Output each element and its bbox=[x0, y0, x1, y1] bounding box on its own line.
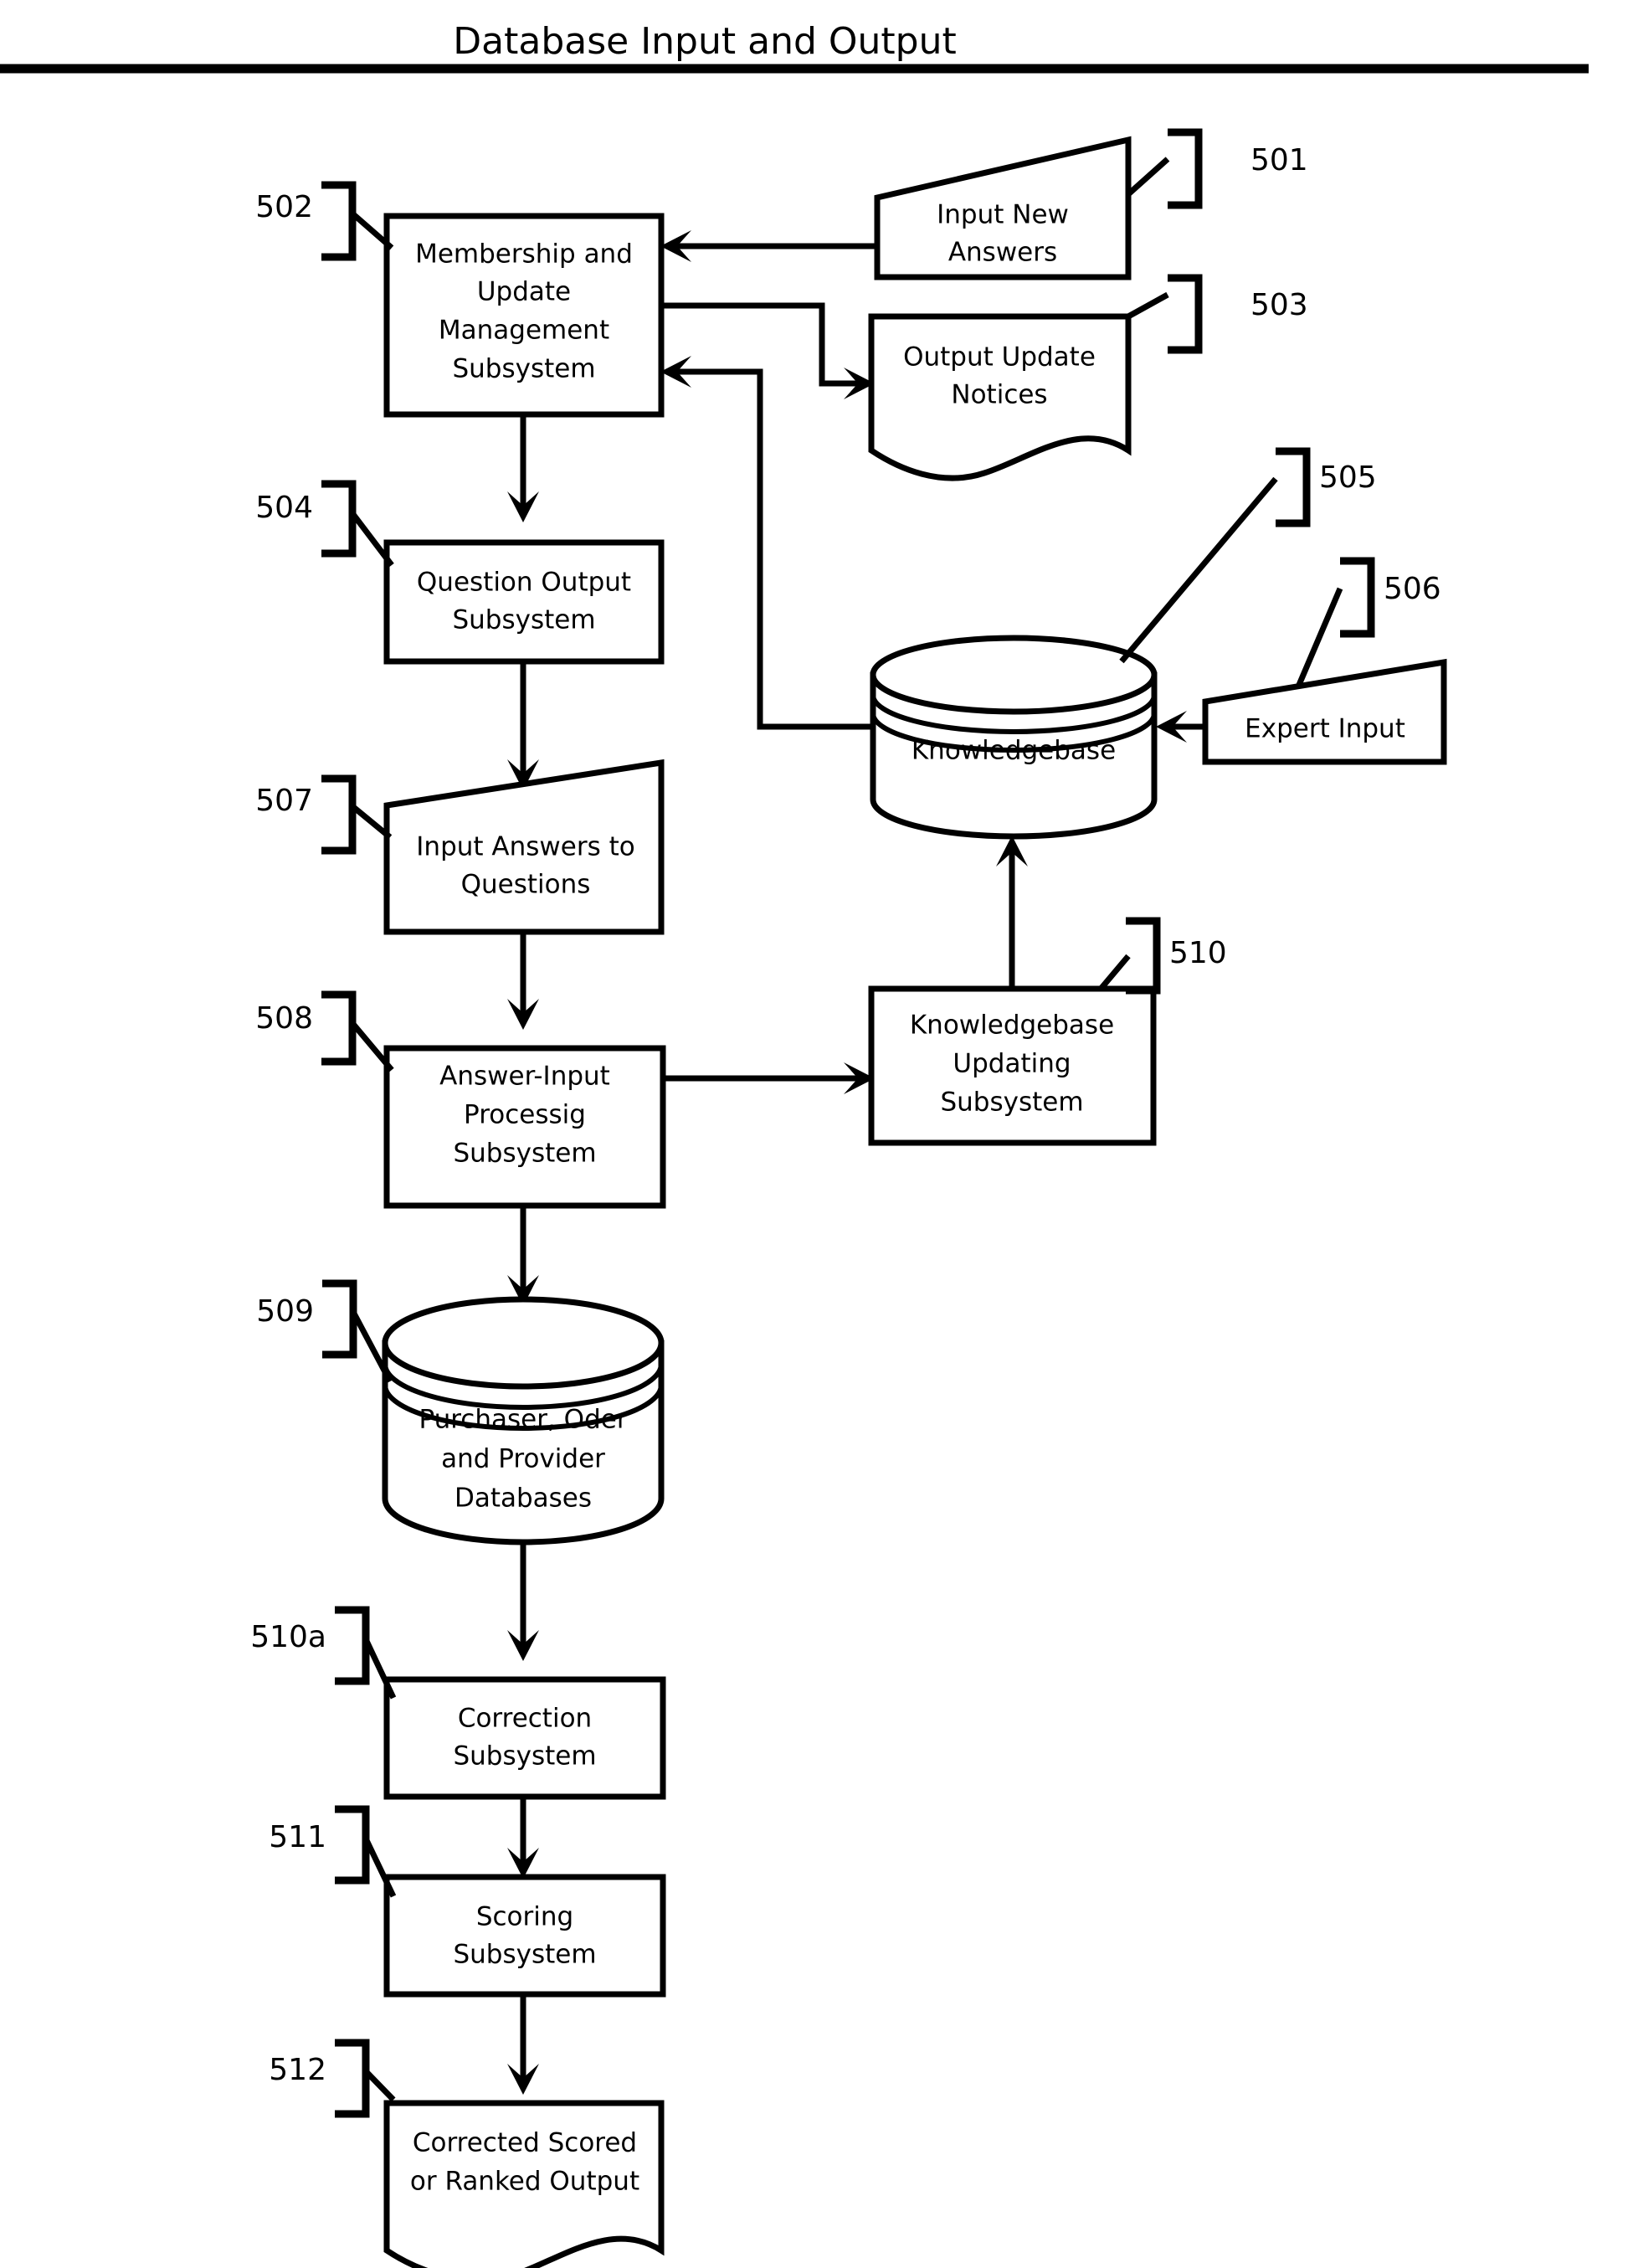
output-update-notices-label-line-1: Output Update bbox=[903, 342, 1096, 373]
ref-number-511: 511 bbox=[269, 1820, 326, 1854]
membership-label-line-2: Update bbox=[477, 277, 571, 307]
node-knowledgebase-updating-subsystem[interactable]: Knowledgebase Updating Subsystem bbox=[868, 985, 1157, 1146]
membership-label-line-1: Membership and bbox=[415, 239, 633, 270]
ref-leader-512 bbox=[363, 2069, 396, 2102]
ref-callout-505: 505 bbox=[1119, 447, 1377, 664]
purchaser-databases-cylinder-top bbox=[382, 1296, 665, 1390]
ref-callout-510: 510 bbox=[1099, 917, 1227, 995]
correction-box[interactable] bbox=[383, 1676, 666, 1800]
purchaser-databases-label-line-2: and Provider bbox=[441, 1444, 605, 1474]
node-corrected-scored-or-ranked-output[interactable]: Corrected Scored or Ranked Output bbox=[383, 2100, 665, 2268]
correction-label-line-1: Correction bbox=[458, 1704, 592, 1734]
corrected-output-label-line-2: or Ranked Output bbox=[410, 2167, 639, 2197]
node-answer-input-processing-subsystem[interactable]: Answer-Input Processig Subsystem bbox=[383, 1045, 666, 1209]
ref-callout-508: 508 bbox=[255, 990, 394, 1072]
ref-callout-503: 503 bbox=[1127, 274, 1308, 354]
ref-leader-506 bbox=[1296, 587, 1343, 687]
membership-label-line-3: Management bbox=[439, 316, 609, 346]
scoring-box[interactable] bbox=[383, 1874, 666, 1998]
node-input-answers-to-questions[interactable]: Input Answers to Questions bbox=[383, 759, 665, 935]
input-answers-label-line-2: Questions bbox=[461, 870, 591, 900]
ref-callout-501: 501 bbox=[1126, 128, 1308, 209]
question-output-label-line-1: Question Output bbox=[417, 568, 631, 598]
ref-number-510a: 510a bbox=[250, 1620, 326, 1654]
node-knowledgebase[interactable]: Knowledgebase bbox=[870, 635, 1158, 840]
membership-label-line-4: Subsystem bbox=[452, 354, 595, 384]
ref-number-510: 510 bbox=[1169, 936, 1227, 970]
figure-title: Database Input and Output bbox=[453, 20, 956, 63]
flowchart-canvas: Database Input and Output Membership and… bbox=[0, 20, 1589, 2268]
ref-bracket-505 bbox=[1276, 447, 1311, 527]
input-new-answers-label-line-2: Answers bbox=[948, 238, 1057, 268]
ref-callout-507: 507 bbox=[255, 774, 393, 855]
knowledgebase-label: Knowledgebase bbox=[912, 736, 1116, 766]
ref-callout-502: 502 bbox=[255, 181, 394, 261]
ref-leader-510a bbox=[362, 1638, 397, 1700]
knowledgebase-updating-label-line-2: Updating bbox=[953, 1049, 1071, 1079]
ref-bracket-507 bbox=[321, 774, 357, 855]
ref-bracket-508 bbox=[321, 990, 357, 1066]
node-scoring-subsystem[interactable]: Scoring Subsystem bbox=[383, 1874, 666, 1998]
ref-number-507: 507 bbox=[255, 784, 313, 818]
knowledgebase-updating-label-line-1: Knowledgebase bbox=[910, 1011, 1114, 1041]
ref-leader-511 bbox=[362, 1837, 397, 1898]
ref-callout-512: 512 bbox=[269, 2039, 396, 2118]
purchaser-databases-label-line-1: Purchaser, Oder bbox=[419, 1405, 627, 1435]
input-new-answers-label-line-1: Input New bbox=[937, 200, 1069, 230]
ref-bracket-501 bbox=[1168, 128, 1203, 209]
ref-leader-510 bbox=[1099, 954, 1131, 990]
node-membership-and-update-management-subsystem[interactable]: Membership and Update Management Subsyst… bbox=[383, 213, 665, 418]
scoring-label-line-2: Subsystem bbox=[453, 1940, 596, 1970]
ref-callout-504: 504 bbox=[255, 480, 394, 568]
ref-bracket-504 bbox=[321, 480, 357, 558]
node-purchaser-order-provider-databases[interactable]: Purchaser, Oder and Provider Databases bbox=[382, 1296, 665, 1545]
answer-input-label-line-2: Processig bbox=[464, 1100, 586, 1130]
scoring-label-line-1: Scoring bbox=[476, 1902, 573, 1932]
correction-label-line-2: Subsystem bbox=[453, 1741, 596, 1772]
ref-bracket-502 bbox=[321, 181, 357, 261]
ref-bracket-511 bbox=[335, 1805, 370, 1885]
corrected-output-label-line-1: Corrected Scored bbox=[413, 2128, 637, 2158]
ref-bracket-512 bbox=[335, 2039, 370, 2118]
answer-input-label-line-3: Subsystem bbox=[453, 1139, 596, 1169]
ref-leader-504 bbox=[350, 511, 394, 568]
ref-number-512: 512 bbox=[269, 2053, 326, 2087]
ref-callout-511: 511 bbox=[269, 1805, 397, 1898]
ref-number-505: 505 bbox=[1319, 460, 1377, 495]
ref-bracket-510a bbox=[335, 1606, 370, 1685]
ref-callout-510a: 510a bbox=[250, 1606, 397, 1700]
connector-knowledgebase-to-membership bbox=[668, 368, 873, 730]
ref-number-502: 502 bbox=[255, 190, 313, 224]
ref-number-501: 501 bbox=[1250, 143, 1308, 177]
ref-bracket-506 bbox=[1340, 557, 1375, 638]
ref-leader-501 bbox=[1126, 157, 1170, 197]
expert-input-shape[interactable] bbox=[1202, 658, 1447, 765]
patent-figure: Database Input and Output Membership and… bbox=[0, 0, 1633, 2268]
purchaser-databases-label-line-3: Databases bbox=[454, 1484, 592, 1514]
question-output-box[interactable] bbox=[383, 539, 665, 665]
ref-callout-509: 509 bbox=[256, 1279, 393, 1383]
node-question-output-subsystem[interactable]: Question Output Subsystem bbox=[383, 539, 665, 665]
ref-leader-505 bbox=[1119, 476, 1278, 664]
node-input-new-answers[interactable]: Input New Answers bbox=[874, 136, 1132, 280]
expert-input-label: Expert Input bbox=[1245, 714, 1405, 744]
ref-number-506: 506 bbox=[1384, 572, 1441, 606]
ref-bracket-503 bbox=[1168, 274, 1203, 354]
ref-bracket-510 bbox=[1126, 917, 1161, 995]
node-output-update-notices[interactable]: Output Update Notices bbox=[868, 313, 1132, 481]
ref-number-504: 504 bbox=[255, 491, 313, 525]
node-expert-input[interactable]: Expert Input bbox=[1202, 658, 1447, 765]
ref-bracket-509 bbox=[322, 1279, 357, 1359]
knowledgebase-updating-label-line-3: Subsystem bbox=[940, 1088, 1083, 1118]
output-update-notices-label-line-2: Notices bbox=[951, 380, 1047, 410]
knowledgebase-cylinder-top bbox=[870, 635, 1158, 715]
node-correction-subsystem[interactable]: Correction Subsystem bbox=[383, 1676, 666, 1800]
question-output-label-line-2: Subsystem bbox=[452, 605, 595, 635]
ref-leader-503 bbox=[1127, 291, 1169, 320]
ref-number-503: 503 bbox=[1250, 288, 1308, 322]
ref-number-509: 509 bbox=[256, 1294, 314, 1329]
ref-number-508: 508 bbox=[255, 1001, 313, 1036]
input-answers-label-line-1: Input Answers to bbox=[416, 832, 634, 862]
answer-input-label-line-1: Answer-Input bbox=[439, 1062, 610, 1092]
